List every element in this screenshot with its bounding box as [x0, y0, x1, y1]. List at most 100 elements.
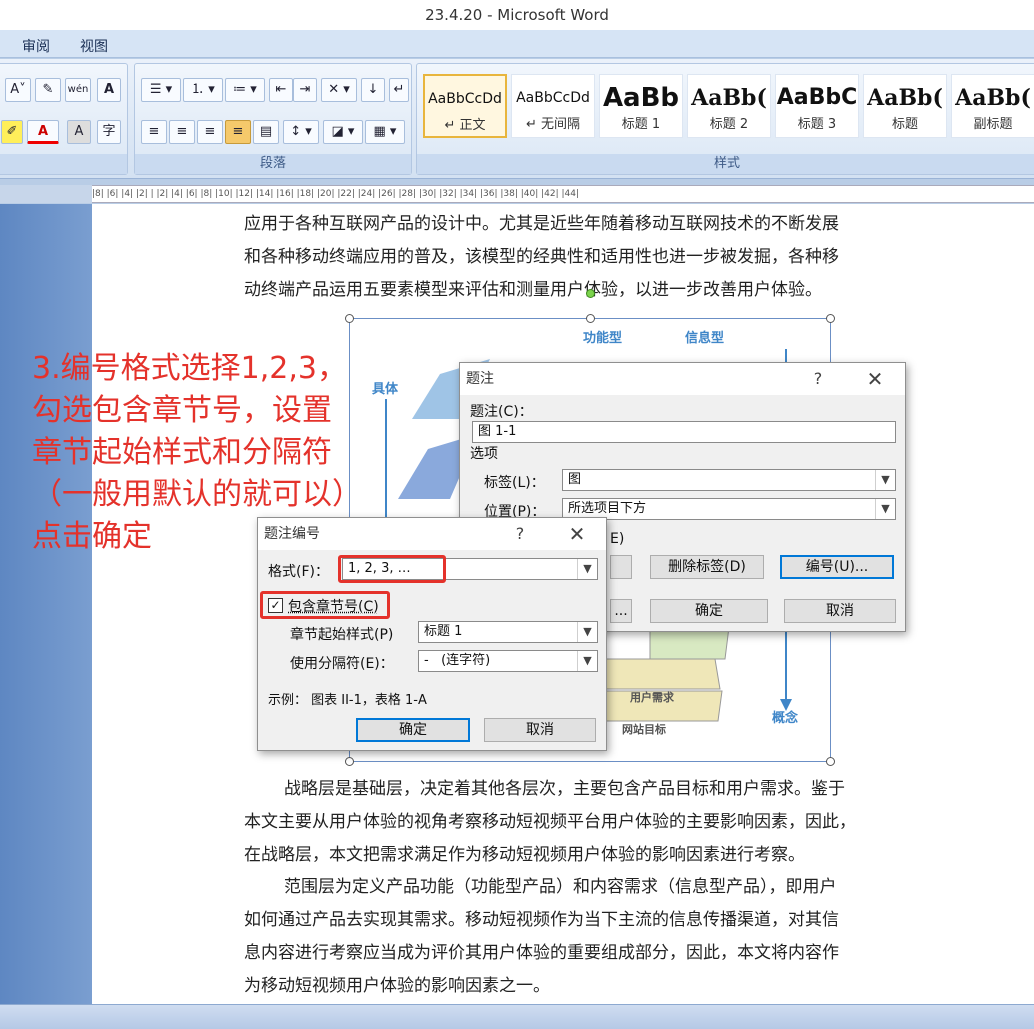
- caption-numbering-dialog: 题注编号 ? ✕ 格式(F)： 1, 2, 3, … ▼ ✓ 包含章节号(C) …: [257, 517, 607, 751]
- align-right-button[interactable]: ≡: [197, 120, 223, 144]
- caption-ok-button[interactable]: 确定: [650, 599, 768, 623]
- text-line: 为移动短视频用户体验的影响因素之一。: [244, 976, 550, 996]
- new-label-button[interactable]: [610, 555, 632, 579]
- shrink-font-button[interactable]: A˅: [5, 78, 31, 102]
- annotation-line: （一般用默认的就可以）: [32, 477, 362, 512]
- bullets-button[interactable]: ☰ ▾: [141, 78, 181, 102]
- chevron-down-icon: ▼: [577, 622, 597, 642]
- format-label: 格式(F)：: [268, 564, 329, 580]
- decrease-indent-button[interactable]: ⇤: [269, 78, 293, 102]
- resize-handle[interactable]: [345, 314, 354, 323]
- ribbon: A˅ ✎ wén A ✐ A A 字 ☰ ▾ ⒈ ▾ ≔ ▾ ⇤ ⇥ ✕ ▾ ↓…: [0, 59, 1034, 179]
- ribbon-tab-bar: 审阅 视图: [0, 30, 1034, 58]
- caption-dialog-title: 题注: [466, 371, 494, 387]
- close-icon[interactable]: ✕: [860, 363, 890, 395]
- highlight-format-box: [338, 555, 446, 583]
- resize-handle[interactable]: [586, 314, 595, 323]
- chevron-down-icon: ▼: [875, 470, 895, 490]
- multilevel-list-button[interactable]: ≔ ▾: [225, 78, 265, 102]
- numbering-dialog-titlebar: 题注编号 ? ✕: [258, 518, 606, 550]
- horizontal-ruler[interactable]: |8| |6| |4| |2| | |2| |4| |6| |8| |10| |…: [92, 185, 1034, 203]
- layer-site-goals: 网站目标: [622, 722, 666, 736]
- text-line: 战略层是基础层，决定着其他各层次，主要包含产品目标和用户需求。鉴于: [284, 779, 845, 799]
- text-line: 如何通过产品去实现其需求。移动短视频作为当下主流的信息传播渠道，对其信: [244, 910, 839, 930]
- caption-label: 题注(C)：: [470, 404, 533, 420]
- label-concrete: 具体: [372, 381, 399, 397]
- close-icon[interactable]: ✕: [562, 518, 592, 550]
- borders-button[interactable]: ▦ ▾: [365, 120, 405, 144]
- text-line: 应用于各种互联网产品的设计中。尤其是近些年随着移动互联网技术的不断发展: [244, 214, 839, 234]
- numbering-ok-button[interactable]: 确定: [356, 718, 470, 742]
- window-title: 23.4.20 - Microsoft Word: [0, 0, 1034, 30]
- style-title[interactable]: AaBb( 标题: [863, 74, 947, 138]
- increase-indent-button[interactable]: ⇥: [293, 78, 317, 102]
- separator-select[interactable]: - (连字符) ▼: [418, 650, 598, 672]
- tag-label: 标签(L)：: [484, 475, 545, 491]
- position-select[interactable]: 所选项目下方 ▼: [562, 498, 896, 520]
- rotate-handle[interactable]: [586, 289, 595, 298]
- style-heading-1[interactable]: AaBb 标题 1: [599, 74, 683, 138]
- ruler-left-area: [0, 185, 92, 203]
- numbering-cancel-button[interactable]: 取消: [484, 718, 596, 742]
- resize-handle[interactable]: [826, 314, 835, 323]
- styles-group: AaBbCcDd ↵ 正文 AaBbCcDd ↵ 无间隔 AaBb 标题 1 A…: [416, 63, 1034, 175]
- status-bar: [0, 1004, 1034, 1029]
- caption-input[interactable]: 图 1-1: [472, 421, 896, 443]
- delete-label-button[interactable]: 删除标签(D): [650, 555, 764, 579]
- style-heading-3[interactable]: AaBbC 标题 3: [775, 74, 859, 138]
- highlight-chapter-box: [260, 591, 390, 619]
- tag-select[interactable]: 图 ▼: [562, 469, 896, 491]
- shading-button[interactable]: ◪ ▾: [323, 120, 363, 144]
- label-informational: 信息型: [685, 330, 724, 346]
- caption-dialog-titlebar: 题注 ? ✕: [460, 363, 905, 395]
- style-no-spacing[interactable]: AaBbCcDd ↵ 无间隔: [511, 74, 595, 138]
- sort-button[interactable]: ↓: [361, 78, 385, 102]
- tab-review[interactable]: 审阅: [22, 36, 50, 56]
- font-color-button[interactable]: A: [27, 120, 59, 144]
- chevron-down-icon: ▼: [577, 559, 597, 579]
- exclude-label-partial: E): [610, 531, 625, 547]
- resize-handle[interactable]: [345, 757, 354, 766]
- style-heading-2[interactable]: AaBb( 标题 2: [687, 74, 771, 138]
- paragraph-scope: 范围层为定义产品功能（功能型产品）和内容需求（信息型产品），即用户 如何通过产品…: [244, 871, 944, 1003]
- options-label: 选项: [470, 446, 498, 462]
- justify-button[interactable]: ≡: [225, 120, 251, 144]
- styles-group-label: 样式: [417, 154, 1034, 174]
- help-icon[interactable]: ?: [508, 518, 532, 550]
- autocaption-button[interactable]: ...: [610, 599, 632, 623]
- paragraph-strategy: 战略层是基础层，决定着其他各层次，主要包含产品目标和用户需求。鉴于 本文主要从用…: [244, 773, 944, 872]
- char-border-button[interactable]: A: [97, 78, 121, 102]
- tag-select-value: 图: [568, 472, 582, 487]
- chinese-layout-button[interactable]: ✕ ▾: [321, 78, 357, 102]
- phonetic-guide-button[interactable]: wén: [65, 78, 91, 102]
- align-center-button[interactable]: ≡: [169, 120, 195, 144]
- align-left-button[interactable]: ≡: [141, 120, 167, 144]
- separator-label: 使用分隔符(E)：: [290, 656, 394, 672]
- distributed-button[interactable]: ▤: [253, 120, 279, 144]
- label-functional: 功能型: [583, 330, 622, 346]
- enclose-char-button[interactable]: 字: [97, 120, 121, 144]
- chapter-style-select[interactable]: 标题 1 ▼: [418, 621, 598, 643]
- numbering-button[interactable]: ⒈ ▾: [183, 78, 223, 102]
- char-shading-button[interactable]: A: [67, 120, 91, 144]
- highlight-button[interactable]: ✐: [1, 120, 23, 144]
- annotation-line: 3.编号格式选择1,2,3，: [32, 351, 347, 386]
- annotation-line: 章节起始样式和分隔符: [32, 435, 332, 470]
- clear-format-button[interactable]: ✎: [35, 78, 61, 102]
- position-select-value: 所选项目下方: [568, 501, 647, 516]
- resize-handle[interactable]: [826, 757, 835, 766]
- paragraph-group: ☰ ▾ ⒈ ▾ ≔ ▾ ⇤ ⇥ ✕ ▾ ↓ ↵ ≡ ≡ ≡ ≡ ▤ ↕ ▾ ◪ …: [134, 63, 412, 175]
- page-gutter: [0, 204, 92, 1004]
- show-marks-button[interactable]: ↵: [389, 78, 409, 102]
- style-subtitle[interactable]: AaBb( 副标题: [951, 74, 1034, 138]
- line-spacing-button[interactable]: ↕ ▾: [283, 120, 319, 144]
- caption-cancel-button[interactable]: 取消: [784, 599, 896, 623]
- separator-value: - (连字符): [424, 653, 491, 668]
- chevron-down-icon: ▼: [577, 651, 597, 671]
- style-normal[interactable]: AaBbCcDd ↵ 正文: [423, 74, 507, 138]
- text-line: 本文主要从用户体验的视角考察移动短视频平台用户体验的主要影响因素，因此，: [244, 812, 856, 832]
- numbering-button[interactable]: 编号(U)...: [780, 555, 894, 579]
- tab-view[interactable]: 视图: [80, 36, 108, 56]
- font-group: A˅ ✎ wén A ✐ A A 字: [0, 63, 128, 175]
- help-icon[interactable]: ?: [806, 363, 830, 395]
